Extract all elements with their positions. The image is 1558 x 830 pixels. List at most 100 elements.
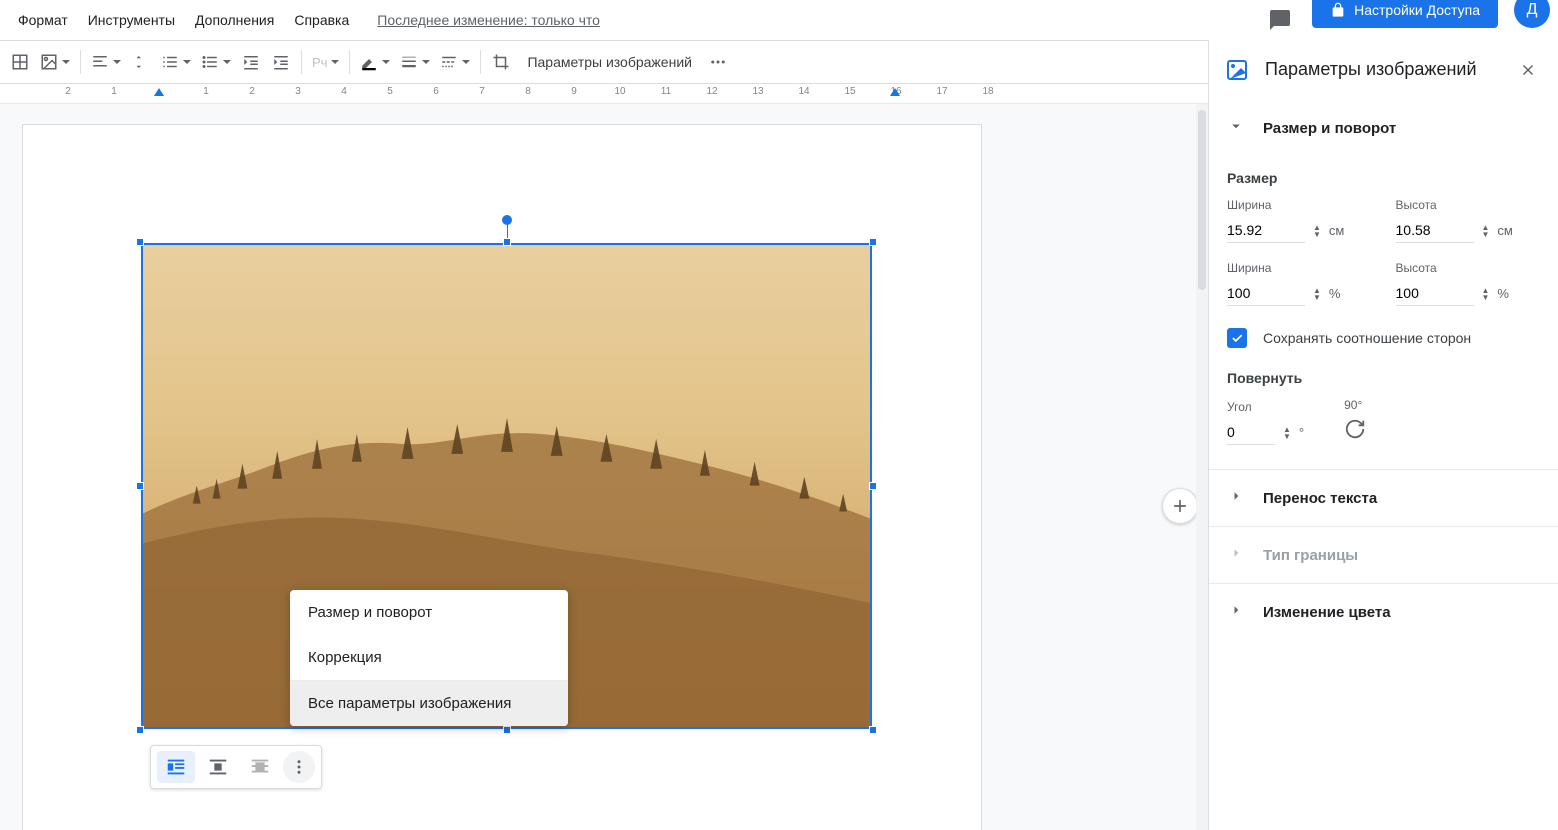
section-size-rotate-header[interactable]: Размер и поворот bbox=[1209, 100, 1558, 156]
image-options-button[interactable]: Параметры изображений bbox=[517, 54, 702, 70]
insert-image-button[interactable] bbox=[36, 47, 74, 77]
chevron-right-icon bbox=[1227, 544, 1245, 567]
vertical-scrollbar[interactable] bbox=[1196, 104, 1208, 830]
more-toolbar-button[interactable] bbox=[704, 47, 732, 77]
clear-format-button[interactable]: Рч bbox=[308, 47, 343, 77]
angle-label: Угол bbox=[1227, 400, 1304, 414]
width-pct-label: Ширина bbox=[1227, 261, 1372, 275]
rotate-handle[interactable] bbox=[502, 215, 512, 225]
insert-table-button[interactable] bbox=[6, 47, 34, 77]
image-icon bbox=[1225, 58, 1249, 82]
ruler-tick: 17 bbox=[936, 86, 947, 97]
wrap-more-button[interactable] bbox=[283, 751, 315, 783]
popup-size-rotate[interactable]: Размер и поворот bbox=[290, 590, 568, 635]
ruler-tick: 11 bbox=[661, 86, 671, 97]
lock-aspect-checkbox[interactable] bbox=[1227, 328, 1247, 348]
width-cm-stepper[interactable]: ▲▼ bbox=[1313, 224, 1321, 238]
ruler-tick: 6 bbox=[433, 86, 439, 97]
image-options-popup: Размер и поворот Коррекция Все параметры… bbox=[290, 590, 568, 726]
border-weight-button[interactable] bbox=[396, 47, 434, 77]
last-edit-link[interactable]: Последнее изменение: только что bbox=[377, 12, 600, 28]
border-style-button[interactable] bbox=[436, 47, 474, 77]
menu-tools[interactable]: Инструменты bbox=[78, 6, 185, 34]
height-cm-input[interactable] bbox=[1396, 218, 1474, 243]
numbered-list-button[interactable] bbox=[157, 47, 195, 77]
menu-help[interactable]: Справка bbox=[284, 6, 359, 34]
ruler-tick: 18 bbox=[982, 86, 993, 97]
chevron-right-icon bbox=[1227, 487, 1245, 510]
section-text-wrap-label: Перенос текста bbox=[1263, 490, 1377, 507]
resize-handle-bl[interactable] bbox=[136, 726, 144, 734]
check-icon bbox=[1230, 331, 1244, 345]
width-pct-input[interactable] bbox=[1227, 281, 1305, 306]
height-pct-stepper[interactable]: ▲▼ bbox=[1482, 287, 1490, 301]
ruler-tick: 4 bbox=[341, 86, 347, 97]
document-canvas[interactable] bbox=[0, 104, 1208, 830]
ruler-tick: 7 bbox=[479, 86, 485, 97]
line-spacing-button[interactable] bbox=[127, 47, 155, 77]
right-indent-marker[interactable] bbox=[890, 88, 900, 96]
close-icon bbox=[1519, 61, 1537, 79]
section-recolor-header[interactable]: Изменение цвета bbox=[1209, 584, 1558, 640]
wrap-inline-button[interactable] bbox=[157, 751, 195, 783]
resize-handle-br[interactable] bbox=[869, 726, 877, 734]
ruler-tick: 2 bbox=[65, 86, 71, 97]
angle-unit: ° bbox=[1299, 425, 1304, 440]
unit-cm-2: см bbox=[1497, 223, 1512, 238]
ruler-tick: 5 bbox=[387, 86, 393, 97]
width-label: Ширина bbox=[1227, 198, 1372, 212]
plus-icon bbox=[1170, 496, 1190, 516]
section-text-wrap-header[interactable]: Перенос текста bbox=[1209, 470, 1558, 526]
section-size-rotate-label: Размер и поворот bbox=[1263, 120, 1396, 137]
sidebar-title: Параметры изображений bbox=[1265, 59, 1498, 80]
popup-all-options[interactable]: Все параметры изображения bbox=[290, 681, 568, 726]
bulleted-list-button[interactable] bbox=[197, 47, 235, 77]
width-cm-input[interactable] bbox=[1227, 218, 1305, 243]
resize-handle-ml[interactable] bbox=[136, 482, 144, 490]
ruler-tick: 1 bbox=[203, 86, 209, 97]
lock-aspect-label: Сохранять соотношение сторон bbox=[1263, 330, 1471, 346]
comments-icon[interactable] bbox=[1262, 2, 1298, 38]
lock-aspect-checkbox-row[interactable]: Сохранять соотношение сторон bbox=[1227, 328, 1540, 348]
height-pct-label: Высота bbox=[1396, 261, 1541, 275]
resize-handle-mb[interactable] bbox=[503, 726, 511, 734]
border-color-button[interactable] bbox=[356, 47, 394, 77]
unit-pct: % bbox=[1329, 286, 1341, 301]
increase-indent-button[interactable] bbox=[267, 47, 295, 77]
align-button[interactable] bbox=[87, 47, 125, 77]
angle-input[interactable] bbox=[1227, 420, 1275, 445]
ruler-tick: 2 bbox=[249, 86, 255, 97]
size-heading: Размер bbox=[1227, 170, 1540, 186]
resize-handle-tl[interactable] bbox=[136, 238, 144, 246]
section-size-rotate-body: Размер Ширина ▲▼ см Высота ▲▼ см bbox=[1209, 170, 1558, 469]
resize-handle-tr[interactable] bbox=[869, 238, 877, 246]
chevron-right-icon bbox=[1227, 601, 1245, 624]
add-comment-button[interactable] bbox=[1162, 488, 1198, 524]
height-pct-input[interactable] bbox=[1396, 281, 1474, 306]
resize-handle-mr[interactable] bbox=[869, 482, 877, 490]
account-avatar[interactable]: Д bbox=[1514, 0, 1550, 28]
resize-handle-mt[interactable] bbox=[503, 238, 511, 246]
image-wrap-toolbar bbox=[150, 745, 322, 789]
wrap-break-button[interactable] bbox=[199, 751, 237, 783]
angle-stepper[interactable]: ▲▼ bbox=[1283, 426, 1291, 440]
crop-button[interactable] bbox=[487, 47, 515, 77]
share-button[interactable]: Настройки Доступа bbox=[1312, 0, 1498, 28]
ruler-tick: 8 bbox=[525, 86, 531, 97]
menu-addons[interactable]: Дополнения bbox=[185, 6, 284, 34]
height-cm-stepper[interactable]: ▲▼ bbox=[1482, 224, 1490, 238]
scrollbar-thumb[interactable] bbox=[1198, 110, 1206, 290]
menu-format[interactable]: Формат bbox=[8, 6, 78, 34]
wrap-behind-button[interactable] bbox=[241, 751, 279, 783]
ruler-tick: 14 bbox=[798, 86, 809, 97]
ruler-tick: 12 bbox=[706, 86, 717, 97]
section-border-type-label: Тип границы bbox=[1263, 547, 1358, 564]
close-sidebar-button[interactable] bbox=[1514, 56, 1542, 84]
ruler-tick: 13 bbox=[752, 86, 763, 97]
left-indent-marker[interactable] bbox=[154, 88, 164, 96]
popup-adjustments[interactable]: Коррекция bbox=[290, 635, 568, 680]
section-border-type-header[interactable]: Тип границы bbox=[1209, 527, 1558, 583]
decrease-indent-button[interactable] bbox=[237, 47, 265, 77]
width-pct-stepper[interactable]: ▲▼ bbox=[1313, 287, 1321, 301]
rotate-90-button[interactable] bbox=[1344, 427, 1366, 444]
